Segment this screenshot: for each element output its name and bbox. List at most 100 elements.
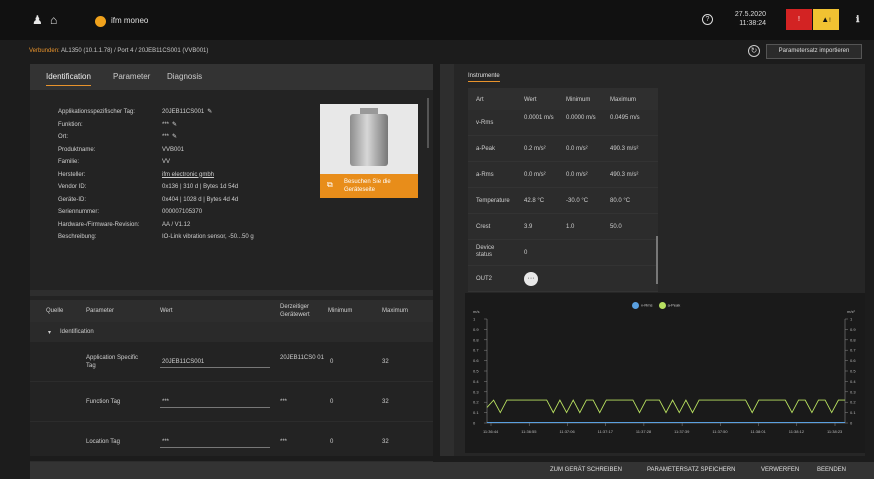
sensor-body <box>350 114 388 166</box>
col-header: Art <box>476 97 484 103</box>
wert-cell: 3.9 <box>524 224 533 230</box>
y-tick-label-right: 0.2 <box>850 400 856 405</box>
min-cell: 0.0 m/s² <box>566 172 588 178</box>
y-unit-left: m/s <box>473 309 479 314</box>
min-cell: 0.0 m/s² <box>566 146 588 152</box>
trend-chart: v-Rms a-Peak m/s m/s² 0 0 0.1 0.1 0.2 0.2 0.3 0.3… <box>465 293 865 453</box>
min-value: 0 <box>330 439 334 445</box>
prop-row: Seriennummer: 000007105370 <box>58 206 254 219</box>
min-cell: 1.0 <box>566 224 575 230</box>
col-header: Quelle <box>46 308 64 314</box>
group-row-identification[interactable]: ▾ Identification <box>30 322 433 342</box>
alarm-red-label: ! <box>798 16 800 23</box>
device-page-link[interactable]: ⧉ Besuchen Sie die Geräteseite <box>320 174 418 198</box>
discard-button[interactable]: VERWERFEN <box>761 467 799 473</box>
alarm-yellow-label: ! <box>829 18 831 24</box>
prop-key: Vendor ID: <box>58 184 87 190</box>
scrollbar[interactable] <box>656 236 658 284</box>
refresh-icon[interactable]: ↻ <box>748 45 760 57</box>
prop-value: 20JEB11CS001 <box>162 109 205 115</box>
prop-value: IO-Link vibration sensor, -50...50 g <box>162 234 254 240</box>
y-tick-label-right: 0.6 <box>850 358 856 363</box>
pencil-icon[interactable]: ✎ <box>172 119 177 132</box>
manufacturer-link[interactable]: ifm electronic gmbh <box>162 169 214 182</box>
prop-row: Beschreibung: IO-Link vibration sensor, -… <box>58 231 254 244</box>
tab-diagnosis[interactable]: Diagnosis <box>167 72 202 81</box>
x-tick-label: 11:37:17 <box>598 429 614 434</box>
warning-yellow-button[interactable]: ▲! <box>813 9 839 30</box>
user-icon[interactable]: ♟ <box>32 14 43 26</box>
prop-value: *** <box>162 134 170 140</box>
y-tick-label-left: 0.2 <box>473 400 479 405</box>
max-value: 32 <box>382 359 389 365</box>
collapse-icon[interactable]: ▾ <box>48 329 51 336</box>
y-tick-label-left: 1 <box>473 317 476 322</box>
pencil-icon[interactable]: ✎ <box>172 131 177 144</box>
import-parameter-set-button[interactable]: Parametersatz importieren <box>766 44 862 59</box>
prop-value: VVB001 <box>162 146 185 153</box>
panel-collapse-strip[interactable] <box>440 64 454 456</box>
value-input[interactable]: *** <box>160 394 270 408</box>
chart-legend: v-Rms a-Peak <box>632 302 680 309</box>
art-cell: v-Rms <box>476 120 494 126</box>
prop-row: Familie: VV <box>58 156 254 169</box>
tab-parameter[interactable]: Parameter <box>113 72 150 81</box>
prop-key: Applikationsspezifischer Tag: <box>58 109 135 115</box>
datetime: 27.5.2020 11:38:24 <box>722 10 766 28</box>
home-icon[interactable]: ⌂ <box>50 14 57 26</box>
col-header: Wert <box>160 308 173 314</box>
top-bar: ♟ ⌂ ifm moneo ? 27.5.2020 11:38:24 ! ▲! … <box>0 0 874 40</box>
prop-key: Produktname: <box>58 146 96 153</box>
instruments-title[interactable]: Instrumente <box>468 73 500 82</box>
y-tick-label-left: 0.5 <box>473 369 479 374</box>
wert-cell: 0.0 m/s² <box>524 172 546 178</box>
max-cell: 490.3 m/s² <box>610 172 639 178</box>
value-input[interactable]: *** <box>160 434 270 448</box>
art-cell: Crest <box>476 224 491 230</box>
legend-label: v-Rms <box>641 302 653 308</box>
y-tick-label-left: 0.1 <box>473 410 479 415</box>
art-cell: a-Peak <box>476 146 496 152</box>
wert-cell: 42.8 °C <box>524 198 545 204</box>
external-link-icon: ⧉ <box>327 180 333 189</box>
alarm-red-button[interactable]: ! <box>786 9 812 30</box>
chart-plot: m/s m/s² 0 0 0.1 0.1 0.2 0.2 0.3 0.3 0.4 0.4 0.5 0.5 0… <box>473 309 856 434</box>
prop-key: Seriennummer: <box>58 209 100 215</box>
prop-row: Hersteller: ifm electronic gmbh <box>58 169 254 182</box>
legend-swatch-v-rms <box>632 302 639 309</box>
identification-list: Applikationsspezifischer Tag: 20JEB11CS00… <box>58 106 254 244</box>
max-cell: 80.0 °C <box>610 198 631 204</box>
x-tick-label: 11:36:55 <box>521 429 537 434</box>
tab-bar: Identification Parameter Diagnosis <box>30 64 433 90</box>
prop-row: Funktion: *** ✎ <box>58 119 254 132</box>
prop-row: Applikationsspezifischer Tag: 20JEB11CS00… <box>58 106 254 119</box>
col-header: Minimum <box>328 308 353 314</box>
out2-indicator: ··· <box>524 272 538 286</box>
prop-value: 0x136 | 310 d | Bytes 1d 54d <box>162 184 239 190</box>
y-tick-label-right: 0 <box>850 421 853 426</box>
col-header: Parameter <box>86 308 115 314</box>
legend-item[interactable]: a-Peak <box>658 302 680 309</box>
wert-cell: 0.2 m/s² <box>524 146 546 152</box>
max-cell: 50.0 <box>610 224 622 230</box>
save-parameter-set-button[interactable]: PARAMETERSATZ SPEICHERN <box>647 467 735 473</box>
table-row: a-Rms 0.0 m/s² 0.0 m/s² 490.3 m/s² <box>468 162 658 188</box>
prop-value: 000007105370 <box>162 209 203 215</box>
table-row: v-Rms 0.0001 m/s 0.0000 m/s 0.0495 m/s <box>468 110 658 136</box>
max-value: 32 <box>382 439 389 445</box>
col-header: Maximum <box>610 97 637 103</box>
instruments-table: Art Wert Minimum Maximum v-Rms 0.0001 m/… <box>468 88 658 292</box>
table-row: OUT2 ··· <box>468 266 658 292</box>
info-icon[interactable]: ℹ <box>856 14 859 25</box>
legend-item[interactable]: v-Rms <box>632 302 653 309</box>
scrollbar[interactable] <box>427 98 429 148</box>
pencil-icon[interactable]: ✎ <box>207 106 212 119</box>
tab-identification[interactable]: Identification <box>46 72 91 86</box>
exit-button[interactable]: BEENDEN <box>817 467 846 473</box>
value-input[interactable]: 20JEB11CS001 <box>160 354 270 368</box>
moneo-logo <box>95 16 106 27</box>
help-icon[interactable]: ? <box>702 14 713 25</box>
prop-key: Beschreibung: <box>58 234 97 240</box>
write-to-device-button[interactable]: ZUM GERÄT SCHREIBEN <box>550 467 622 473</box>
table-row: Location Tag *** *** 0 32 <box>30 422 433 462</box>
